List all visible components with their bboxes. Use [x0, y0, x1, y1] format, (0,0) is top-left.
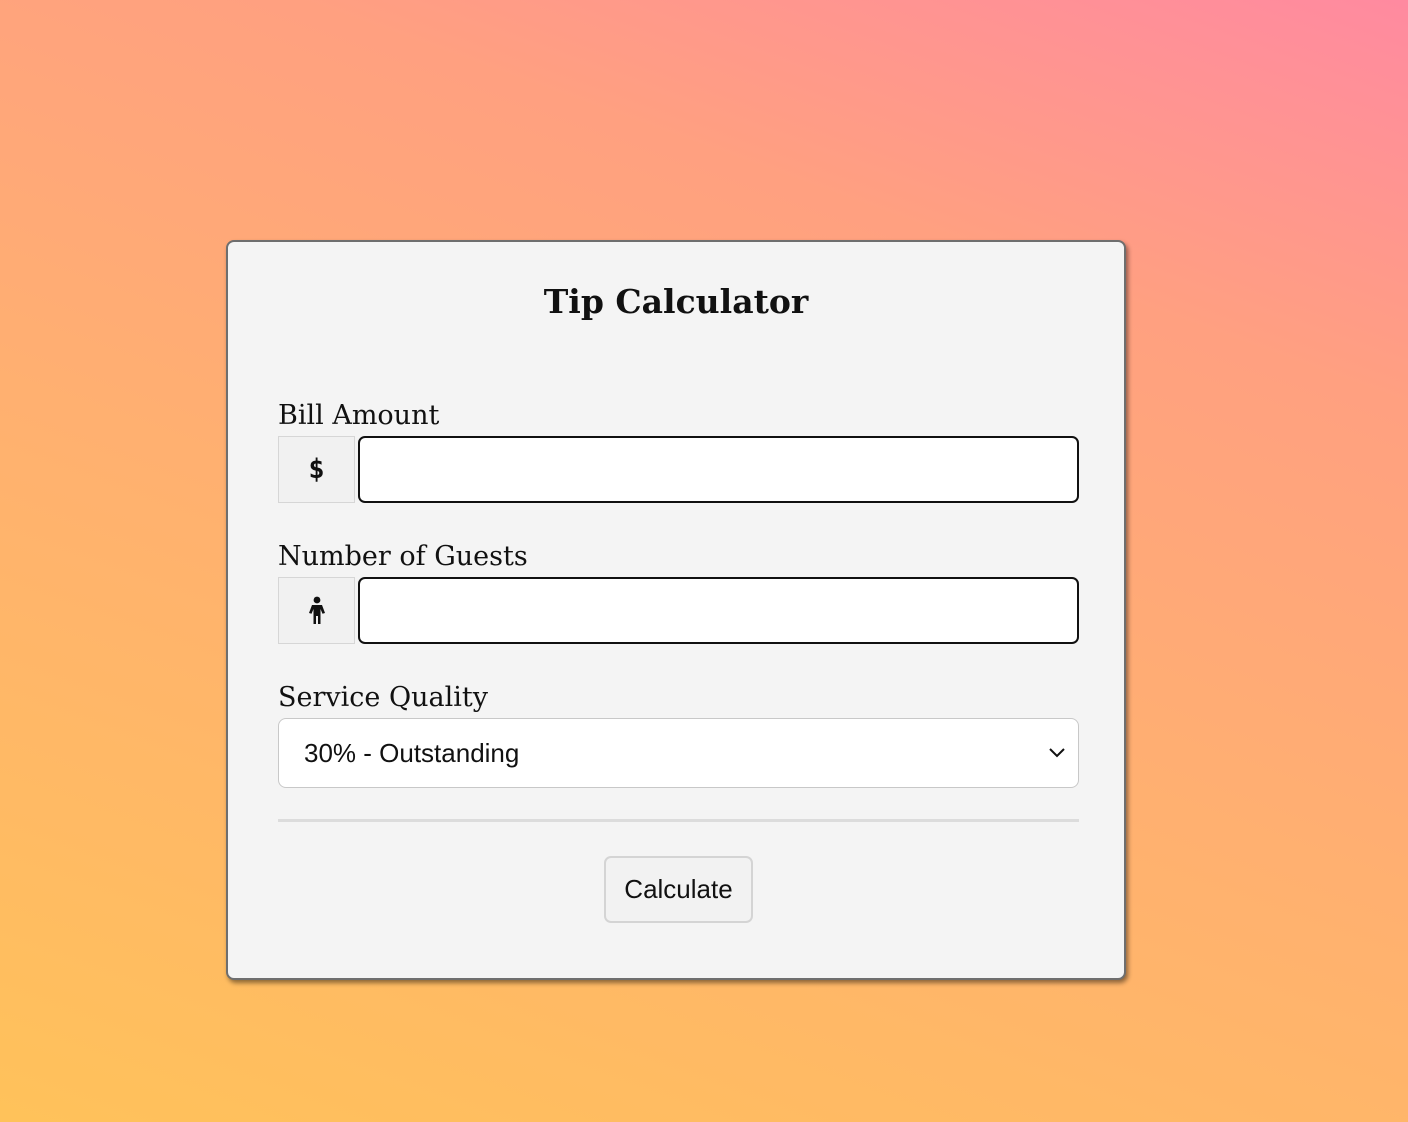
- dollar-sign-addon: $: [278, 436, 355, 503]
- page-title: Tip Calculator: [543, 282, 809, 321]
- guests-label: Number of Guests: [278, 541, 528, 572]
- guests-addon: [278, 577, 355, 644]
- service-quality-select[interactable]: 30% - Outstanding: [278, 718, 1079, 788]
- bill-amount-label: Bill Amount: [278, 400, 440, 431]
- guests-input[interactable]: [358, 577, 1079, 644]
- chevron-down-icon: [1049, 748, 1065, 758]
- person-icon: [308, 596, 325, 624]
- service-quality-selected-value: 30% - Outstanding: [304, 737, 520, 768]
- bill-amount-input[interactable]: [358, 436, 1079, 503]
- service-quality-label: Service Quality: [278, 682, 488, 713]
- divider: [278, 819, 1079, 822]
- calculate-button[interactable]: Calculate: [604, 856, 753, 923]
- tip-calculator-card: Tip Calculator Bill Amount $ Number of G…: [226, 240, 1126, 980]
